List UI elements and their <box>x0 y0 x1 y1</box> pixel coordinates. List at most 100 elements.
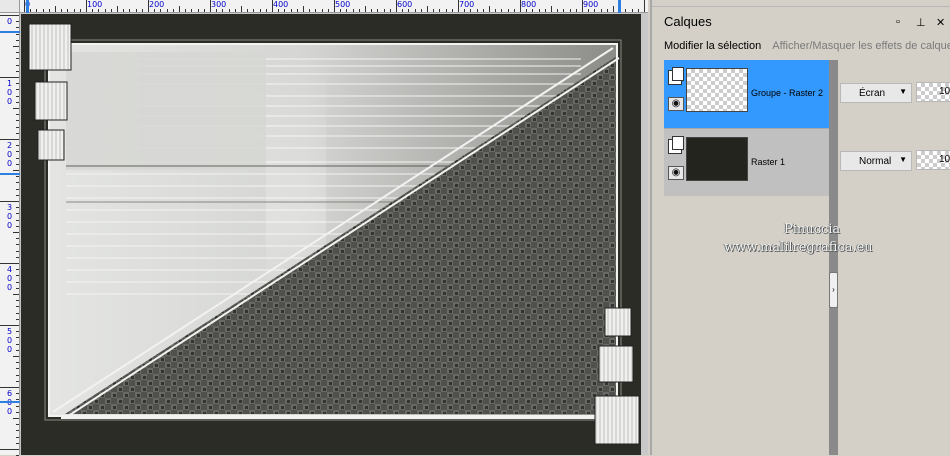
ruler-tick <box>16 126 19 128</box>
ruler-tick <box>315 9 317 12</box>
ruler-tick <box>228 9 230 12</box>
ruler-label: 600 <box>397 0 413 9</box>
ruler-label: 3 0 0 <box>7 203 13 230</box>
ruler-tick <box>36 9 38 12</box>
ruler-tick <box>16 33 19 35</box>
close-icon[interactable]: ✕ <box>936 16 945 29</box>
ruler-tick <box>520 0 521 12</box>
eye-icon[interactable]: ◉ <box>668 97 684 111</box>
ruler-label: 500 <box>335 0 351 9</box>
eye-icon[interactable]: ◉ <box>668 166 684 180</box>
ruler-tick <box>389 9 391 12</box>
ruler-tick <box>358 9 360 12</box>
layer-thumbnail <box>686 68 748 112</box>
blend-mode-select[interactable]: Écran ▼ <box>840 83 912 103</box>
vertical-ruler: 0 1 0 0 2 0 0 3 0 0 4 0 0 5 0 0 6 0 0 <box>0 13 20 456</box>
ruler-tick <box>495 9 497 12</box>
ruler-tick <box>117 6 118 12</box>
chevron-down-icon: ▼ <box>899 155 907 164</box>
ruler-tick <box>129 9 131 12</box>
modify-selection-button[interactable]: Modifier la sélection <box>664 40 761 52</box>
ruler-label: 2 0 0 <box>7 141 13 168</box>
ruler-tick <box>16 393 19 395</box>
ruler-tick <box>191 9 193 12</box>
ruler-label: 400 <box>273 0 289 9</box>
ruler-tick <box>507 9 509 12</box>
pin-icon[interactable]: ⊥ <box>916 16 926 29</box>
ruler-tick <box>160 9 162 12</box>
layer-row-groupe-raster-2[interactable]: ◉ Groupe - Raster 2 <box>664 60 832 128</box>
ruler-tick <box>16 89 19 91</box>
ruler-tick <box>92 9 94 12</box>
ruler-tick <box>16 256 19 258</box>
ruler-tick <box>16 411 19 413</box>
ruler-tick <box>13 170 19 171</box>
ruler-tick <box>334 0 335 12</box>
ruler-tick <box>259 9 261 12</box>
layer-group-icon <box>668 67 684 85</box>
opacity-field[interactable]: 100 <box>916 82 950 102</box>
ruler-tick <box>16 219 19 221</box>
ruler-tick <box>16 52 19 54</box>
ruler-tick <box>16 368 19 370</box>
image-canvas[interactable] <box>21 14 641 455</box>
horizontal-ruler: 0 100 200 300 400 500 600 700 800 900 <box>20 0 652 13</box>
toggle-layer-effects-button[interactable]: Afficher/Masquer les effets de calque <box>772 40 950 52</box>
ruler-tick <box>48 9 50 12</box>
ruler-tick <box>79 9 81 12</box>
ruler-tick <box>637 9 639 12</box>
splitter-handle[interactable]: › <box>829 272 838 308</box>
ruler-tick <box>0 387 19 388</box>
ruler-tick <box>24 0 25 12</box>
ruler-label: 1 0 0 <box>7 79 13 106</box>
ruler-tick <box>613 6 614 12</box>
panel-title: Calques <box>664 14 712 29</box>
opacity-field[interactable]: 100 <box>916 150 950 170</box>
ruler-tick <box>16 343 19 345</box>
ruler-tick <box>544 9 546 12</box>
ruler-tick <box>16 287 19 289</box>
ruler-tick <box>16 430 19 432</box>
ruler-tick <box>625 9 627 12</box>
layers-toolbar: Modifier la sélection Afficher/Masquer l… <box>664 40 950 52</box>
restore-icon[interactable]: ▫ <box>896 16 900 28</box>
ruler-tick <box>16 349 19 351</box>
image-workspace[interactable]: 0 100 200 300 400 500 600 700 800 900 0 … <box>0 0 652 456</box>
ruler-tick <box>16 380 19 382</box>
ruler-tick <box>16 83 19 85</box>
ruler-tick <box>16 101 19 103</box>
ruler-tick <box>309 9 311 12</box>
ruler-tick <box>73 9 75 12</box>
ruler-label: 300 <box>211 0 227 9</box>
ruler-selection-marker <box>0 31 20 33</box>
ruler-tick <box>16 151 19 153</box>
layers-panel: Calques ▫ ⊥ ✕ Modifier la sélection Affi… <box>650 0 950 455</box>
blend-mode-select[interactable]: Normal ▼ <box>840 151 912 171</box>
ruler-tick <box>408 9 410 12</box>
ruler-tick <box>110 9 112 12</box>
ruler-tick <box>575 9 577 12</box>
ruler-tick <box>16 194 19 196</box>
ruler-tick <box>16 163 19 165</box>
ruler-tick <box>594 9 596 12</box>
layer-row-raster-1[interactable]: ◉ Raster 1 <box>664 128 832 196</box>
ruler-tick <box>396 0 397 12</box>
ruler-tick <box>16 213 19 215</box>
opacity-value: 100 <box>939 154 950 165</box>
ruler-tick <box>327 9 329 12</box>
ruler-tick <box>16 374 19 376</box>
ruler-tick <box>290 9 292 12</box>
ruler-tick <box>538 9 540 12</box>
layer-name: Groupe - Raster 2 <box>751 88 824 98</box>
ruler-selection-marker <box>26 0 29 13</box>
ruler-tick <box>166 9 168 12</box>
ruler-tick <box>272 0 273 12</box>
ruler-tick <box>16 269 19 271</box>
panel-splitter[interactable] <box>829 60 838 455</box>
ruler-tick <box>321 9 323 12</box>
ruler-selection-marker <box>0 173 20 175</box>
ruler-tick <box>216 9 218 12</box>
layer-icons: ◉ <box>668 67 684 111</box>
ruler-tick <box>16 436 19 438</box>
ruler-tick <box>278 9 280 12</box>
